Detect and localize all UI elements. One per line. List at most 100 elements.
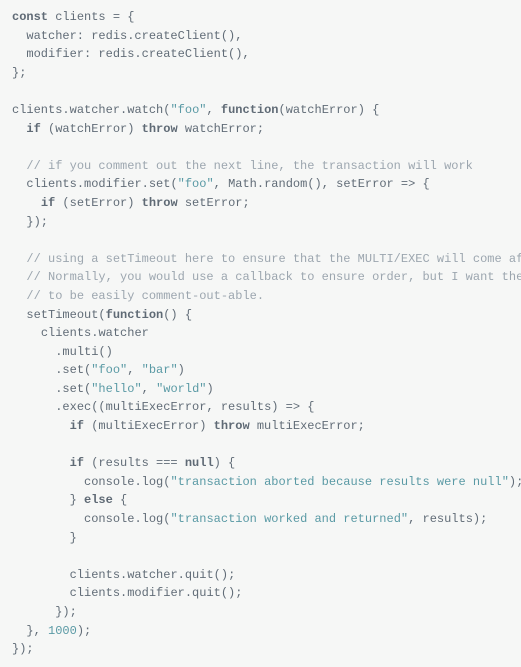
t: }); (55, 605, 77, 619)
t: = { (106, 10, 135, 24)
t: clients (26, 177, 76, 191)
t: . (178, 568, 185, 582)
fn: quit (185, 568, 214, 582)
t: (setError) (55, 196, 141, 210)
fn: random (264, 177, 307, 191)
t: modifier (84, 177, 142, 191)
t: clients (12, 103, 62, 117)
null: null (185, 456, 214, 470)
kw-throw: throw (214, 419, 250, 433)
t: . (185, 586, 192, 600)
t (12, 531, 70, 545)
t: watcher (127, 568, 177, 582)
comment: // if you comment out the next line, the… (26, 159, 472, 173)
t: console (84, 475, 134, 489)
code-block: const clients = { watcher: redis.createC… (12, 8, 509, 659)
t: , results); (408, 512, 487, 526)
t: (); (214, 568, 236, 582)
t: . (134, 47, 141, 61)
fn: quit (192, 586, 221, 600)
fn: watch (127, 103, 163, 117)
fn: createClient (134, 29, 220, 43)
t: }; (12, 66, 26, 80)
t: () (98, 345, 112, 359)
t: (watchError) (41, 122, 142, 136)
t: { (113, 493, 127, 507)
str: "bar" (142, 363, 178, 377)
t (12, 382, 55, 396)
t: . (134, 475, 141, 489)
str: "world" (156, 382, 206, 396)
t: } (70, 531, 77, 545)
kw-throw: throw (142, 196, 178, 210)
t: (watchError) { (279, 103, 380, 117)
fn: set (62, 363, 84, 377)
kw-else: else (84, 493, 113, 507)
t: , (206, 103, 220, 117)
t (12, 289, 26, 303)
t: setError; (178, 196, 250, 210)
str: "transaction aborted because results wer… (170, 475, 508, 489)
comment: // Normally, you would use a callback to… (26, 270, 521, 284)
t (12, 493, 70, 507)
t: watcher: redis (12, 29, 127, 43)
id-clients: clients (55, 10, 105, 24)
t (12, 326, 41, 340)
t: ) (206, 382, 213, 396)
t: Math (228, 177, 257, 191)
str: "foo" (91, 363, 127, 377)
t: . (77, 177, 84, 191)
t: (); (221, 586, 243, 600)
t (12, 215, 26, 229)
kw-if: if (41, 196, 55, 210)
t: (), (221, 29, 243, 43)
t: () { (163, 308, 192, 322)
t (12, 475, 84, 489)
t (12, 605, 55, 619)
t (12, 456, 70, 470)
t (12, 419, 70, 433)
t (12, 308, 26, 322)
t: , (127, 363, 141, 377)
t: . (62, 103, 69, 117)
t (12, 159, 26, 173)
t (12, 586, 70, 600)
kw-if: if (70, 419, 84, 433)
t (12, 122, 26, 136)
t (12, 196, 41, 210)
fn: set (149, 177, 171, 191)
t: }); (12, 642, 34, 656)
t: console (84, 512, 134, 526)
kw-const: const (12, 10, 48, 24)
str: "hello" (91, 382, 141, 396)
t (12, 363, 55, 377)
t: ) { (214, 456, 236, 470)
t (12, 568, 70, 582)
t (12, 177, 26, 191)
t: ( (170, 177, 177, 191)
t: } (70, 493, 84, 507)
t: , (214, 177, 228, 191)
t: ) (178, 363, 185, 377)
t: ( (98, 308, 105, 322)
str: "foo" (178, 177, 214, 191)
t: . (134, 512, 141, 526)
t: }); (26, 215, 48, 229)
t: watcher (98, 326, 148, 340)
t (12, 400, 55, 414)
t: clients (70, 586, 120, 600)
t: modifier (127, 586, 185, 600)
fn: log (142, 512, 164, 526)
fn: set (62, 382, 84, 396)
t: ); (509, 475, 521, 489)
str: "foo" (170, 103, 206, 117)
t: multiExecError; (250, 419, 365, 433)
kw-if: if (26, 122, 40, 136)
fn: log (142, 475, 164, 489)
fn: createClient (142, 47, 228, 61)
t (12, 512, 84, 526)
t: watcher (70, 103, 120, 117)
t (12, 345, 55, 359)
comment: // to be easily comment-out-able. (26, 289, 264, 303)
t: , (142, 382, 156, 396)
